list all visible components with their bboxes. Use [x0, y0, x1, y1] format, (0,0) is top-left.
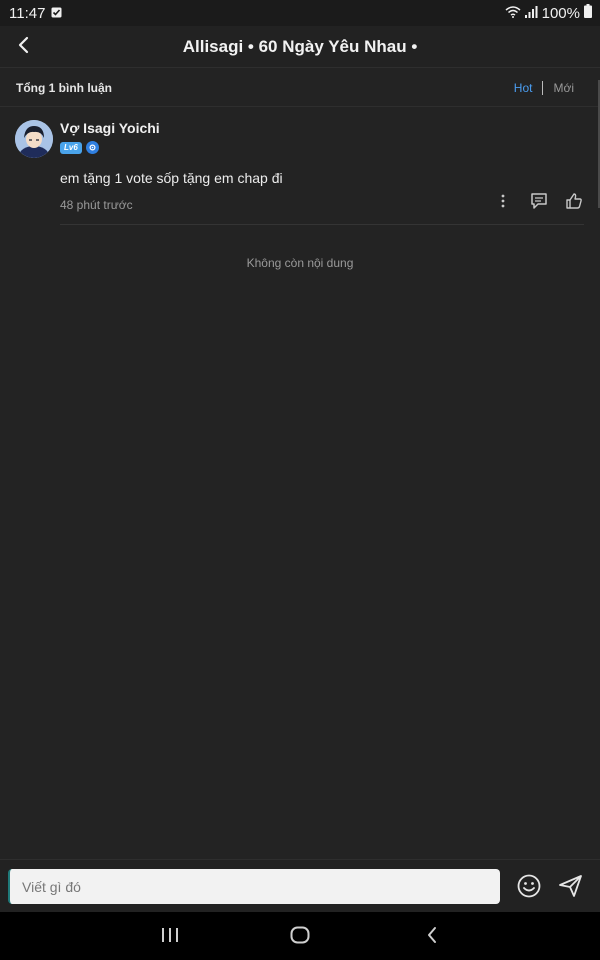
comment-composer — [0, 859, 600, 912]
wifi-icon — [505, 5, 521, 22]
level-badge: Lv6 — [60, 141, 82, 154]
recent-apps-icon — [161, 927, 179, 948]
header: Allisagi • 60 Ngày Yêu Nhau • — [0, 26, 600, 68]
home-icon — [290, 926, 310, 949]
reply-button[interactable] — [528, 192, 550, 214]
home-button[interactable] — [280, 924, 320, 950]
sort-divider — [542, 81, 544, 95]
tab-hot[interactable]: Hot — [514, 81, 533, 95]
more-options-button[interactable] — [492, 192, 514, 214]
user-badges: Lv6 — [60, 141, 99, 154]
status-bar: 11:47 100% — [0, 0, 600, 26]
system-nav-bar — [0, 912, 600, 960]
tab-new[interactable]: Mới — [553, 81, 574, 95]
avatar[interactable] — [15, 120, 53, 158]
back-button[interactable] — [10, 33, 38, 61]
status-time: 11:47 — [9, 4, 46, 22]
status-right: 100% — [505, 4, 592, 22]
sort-tabs: Hot Mới — [514, 69, 574, 107]
system-back-button[interactable] — [412, 924, 452, 950]
reply-comment-icon — [530, 192, 548, 215]
page-title: Allisagi • 60 Ngày Yêu Nhau • — [182, 37, 418, 56]
recent-apps-button[interactable] — [150, 924, 190, 950]
end-of-list-text: Không còn nội dung — [246, 256, 354, 270]
battery-text: 100% — [541, 4, 580, 22]
comment-input[interactable] — [8, 869, 500, 904]
chevron-left-icon — [17, 36, 31, 59]
emoji-icon — [515, 874, 543, 904]
comment-total: Tổng 1 bình luận — [16, 81, 112, 95]
emoji-button[interactable] — [515, 872, 543, 900]
status-left: 11:47 — [9, 5, 62, 22]
chevron-left-icon — [426, 926, 438, 949]
gear-icon — [85, 141, 99, 154]
comment-username[interactable]: Vợ Isagi Yoichi — [60, 120, 160, 136]
notification-check-icon — [51, 5, 62, 22]
thumbs-up-icon — [565, 192, 583, 215]
comment-item: Vợ Isagi Yoichi Lv6 em tặng 1 vote sốp t… — [0, 108, 600, 225]
signal-icon — [524, 5, 538, 22]
comment-divider — [60, 224, 584, 225]
like-button[interactable] — [563, 192, 585, 214]
comment-time: 48 phút trước — [60, 198, 133, 212]
send-icon — [557, 875, 585, 904]
sort-bar: Tổng 1 bình luận Hot Mới — [0, 69, 600, 107]
more-vertical-icon — [501, 194, 505, 213]
send-button[interactable] — [557, 872, 585, 900]
battery-icon — [584, 4, 592, 22]
comment-text: em tặng 1 vote sốp tặng em chap đi — [60, 170, 283, 186]
